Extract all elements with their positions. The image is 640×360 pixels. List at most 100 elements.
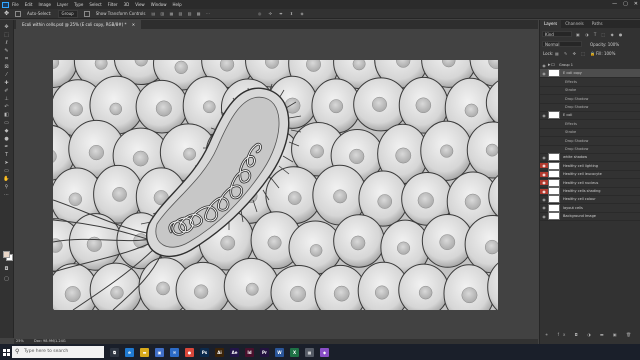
indesign-icon[interactable]: Id (245, 347, 254, 357)
visibility-eye-icon[interactable]: ◉ (540, 214, 548, 219)
shape-tool-icon[interactable]: ▭ (3, 168, 10, 174)
store-icon[interactable]: ▣ (155, 347, 164, 357)
brush-tool-icon[interactable]: ✐ (3, 88, 10, 94)
visibility-eye-icon[interactable]: ◉ (540, 155, 548, 160)
menu-help[interactable]: Help (172, 2, 181, 7)
fill-field[interactable]: Fill: 100% (596, 51, 615, 56)
auto-select-dropdown[interactable]: Group (57, 9, 78, 18)
layer-panel-footer-icons[interactable]: ⚭ fx ◘ ◑ ▬ ▣ 🗑 (545, 332, 635, 337)
photoshop-icon[interactable]: Ps (200, 347, 209, 357)
maximize-button[interactable]: ▢ (623, 1, 628, 7)
menu-layer[interactable]: Layer (57, 2, 68, 7)
dodge-tool-icon[interactable]: ● (3, 136, 10, 142)
menu-edit[interactable]: Edit (25, 2, 33, 7)
zoom-level[interactable]: 25% (16, 339, 24, 343)
start-button[interactable] (0, 344, 12, 360)
effect-indent (548, 146, 556, 152)
more-tools-icon[interactable]: ⋯ (3, 192, 10, 198)
visibility-eye-icon[interactable]: ◉ (540, 188, 548, 194)
quick-mask-icon[interactable]: ◘ (3, 266, 10, 272)
clone-stamp-tool-icon[interactable]: ⊥ (3, 96, 10, 102)
cell-nucleus (155, 100, 172, 117)
cell-nucleus (132, 150, 149, 167)
show-transform-checkbox[interactable] (83, 10, 90, 17)
menu-filter[interactable]: Filter (108, 2, 118, 7)
illustrator-icon[interactable]: Ai (215, 347, 224, 357)
tab-layers[interactable]: Layers (540, 20, 562, 28)
visibility-eye-icon[interactable]: ◉ (540, 180, 548, 186)
lock-icons[interactable]: ▦ ✎ ✥ ⬚ 🔒 (555, 51, 597, 56)
aftereffects-icon[interactable]: Ae (230, 347, 239, 357)
3d-mode-icons[interactable]: ◎ ✣ ⬌ ⬍ ◈ (258, 11, 307, 16)
premiere-icon[interactable]: Pr (260, 347, 269, 357)
chrome-icon[interactable]: ● (185, 347, 194, 357)
minimize-button[interactable]: — (612, 1, 617, 7)
cell-nucleus (94, 60, 108, 70)
folder-icon[interactable]: ▬ (140, 347, 149, 357)
menu-file[interactable]: File (12, 2, 19, 7)
move-tool-icon[interactable]: ✥ (3, 24, 10, 30)
layer-name: Drop Shadow (565, 96, 589, 101)
visibility-eye-icon[interactable]: ◉ (540, 113, 548, 118)
quick-select-tool-icon[interactable]: ✎ (3, 48, 10, 54)
photoshop-logo-icon[interactable] (2, 1, 9, 8)
document-tab[interactable]: Ecoli within cells.psd @ 25% (E coli cop… (16, 20, 142, 29)
healing-brush-tool-icon[interactable]: ✚ (3, 80, 10, 86)
align-icons[interactable]: ▤ ▥ ▦ ▧ ▨ ▩ ⋯ (152, 11, 212, 16)
layer-row[interactable]: ◉ Background Image (540, 212, 640, 222)
mail-icon[interactable]: ✉ (170, 347, 179, 357)
layer-filter-dropdown[interactable]: Kind (542, 31, 572, 37)
edge-icon[interactable]: e (125, 347, 134, 357)
eraser-tool-icon[interactable]: ◧ (3, 112, 10, 118)
document-canvas[interactable] (53, 60, 498, 310)
menu-type[interactable]: Type (74, 2, 83, 7)
layer-filter-label: Kind (545, 32, 554, 37)
layer-thumbnail (548, 170, 560, 179)
marquee-tool-icon[interactable]: ⬚ (3, 32, 10, 38)
word-icon[interactable]: W (275, 347, 284, 357)
cell-nucleus (88, 144, 104, 161)
doc-size[interactable]: Doc: 98.9M/1.24G (34, 339, 66, 343)
hand-tool-icon[interactable]: ✋ (3, 176, 10, 182)
app2-icon[interactable]: ◆ (320, 347, 329, 357)
move-tool-icon[interactable]: ✥ (4, 10, 9, 17)
visibility-eye-icon[interactable]: ◉ (540, 205, 548, 210)
task-view-icon[interactable]: ⧉ (110, 347, 119, 357)
lasso-tool-icon[interactable]: ℓ (3, 40, 10, 46)
close-tab-icon[interactable]: ✕ (132, 22, 135, 27)
tab-channels[interactable]: Channels (561, 20, 588, 28)
foreground-color-swatch[interactable] (3, 251, 10, 258)
eyedropper-tool-icon[interactable]: ⁄ (3, 72, 10, 78)
blend-mode-dropdown[interactable]: Normal (542, 41, 582, 47)
blur-tool-icon[interactable]: ◆ (3, 128, 10, 134)
layer-thumbnail (548, 187, 560, 195)
zoom-tool-icon[interactable]: ⚲ (3, 184, 10, 190)
tab-paths[interactable]: Paths (588, 20, 607, 28)
taskbar-search-box[interactable]: ⚲ Type here to search (12, 346, 104, 358)
visibility-eye-icon[interactable]: ◉ (540, 63, 548, 68)
app1-icon[interactable]: ▦ (305, 347, 314, 357)
history-brush-tool-icon[interactable]: ↶ (3, 104, 10, 110)
opacity-field[interactable]: Opacity: 100% (590, 42, 619, 47)
gradient-tool-icon[interactable]: ▭ (3, 120, 10, 126)
menu-view[interactable]: View (135, 2, 145, 7)
filter-icons[interactable]: ▣ ◑ T ⬚ ◆ ● (576, 32, 624, 37)
visibility-eye-icon[interactable]: ◉ (540, 163, 548, 169)
visibility-eye-icon[interactable]: ◉ (540, 171, 548, 177)
visibility-eye-icon[interactable]: ◉ (540, 71, 548, 76)
close-button[interactable]: ✕ (634, 1, 638, 7)
menu-image[interactable]: Image (38, 2, 51, 7)
screen-mode-icon[interactable]: ▢ (3, 276, 10, 282)
frame-tool-icon[interactable]: ⊠ (3, 64, 10, 70)
auto-select-checkbox[interactable] (15, 10, 22, 17)
menu-select[interactable]: Select (89, 2, 101, 7)
visibility-eye-icon[interactable]: ◉ (540, 197, 548, 202)
type-tool-icon[interactable]: T (3, 152, 10, 158)
path-select-tool-icon[interactable]: ➤ (3, 160, 10, 166)
crop-tool-icon[interactable]: ⌗ (3, 56, 10, 62)
menu-window[interactable]: Window (151, 2, 167, 7)
pen-tool-icon[interactable]: ✒ (3, 144, 10, 150)
options-bar: ✥ Auto-Select: Group Show Transform Cont… (0, 9, 640, 19)
menu-3d[interactable]: 3D (124, 2, 130, 7)
excel-icon[interactable]: X (290, 347, 299, 357)
